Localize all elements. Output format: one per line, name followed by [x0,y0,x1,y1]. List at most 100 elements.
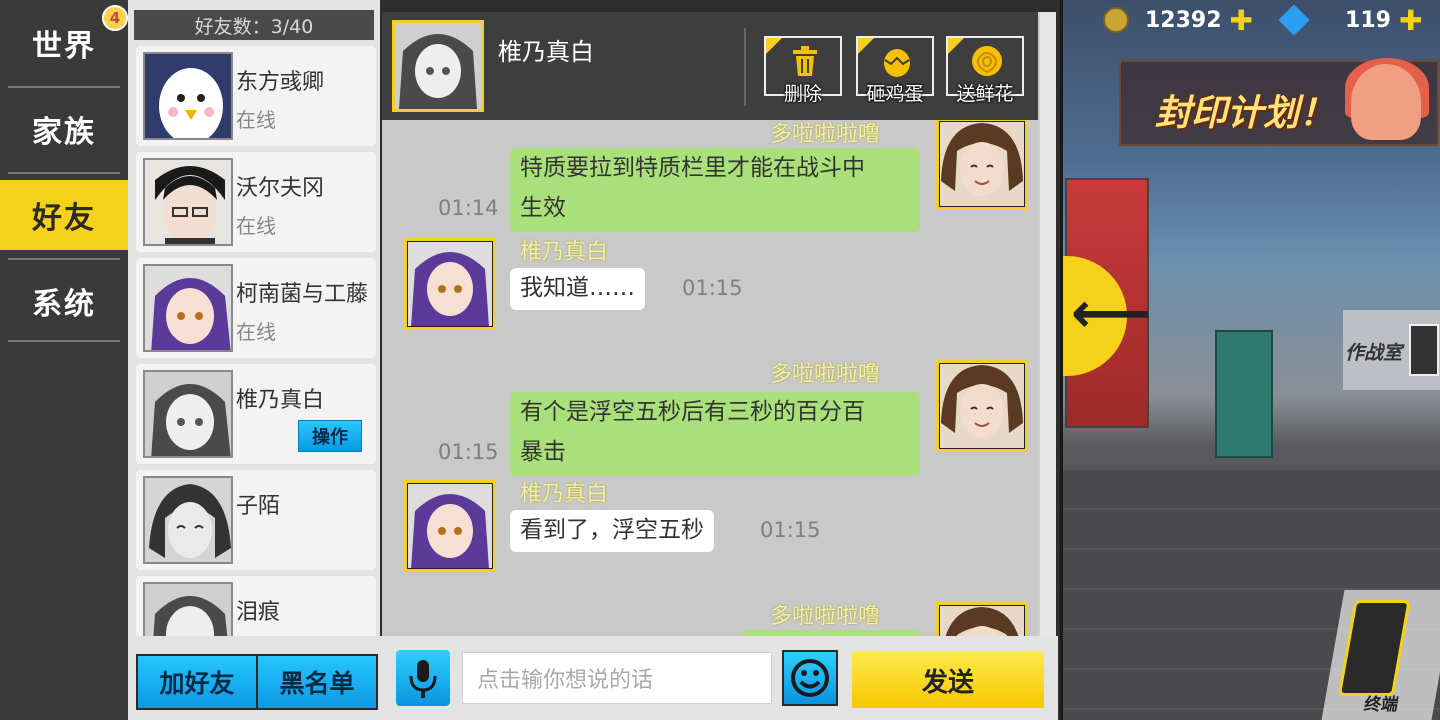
war-room-button[interactable]: 作战室 [1343,310,1440,390]
microphone-icon [409,660,437,698]
corner-mark [858,38,874,54]
message-line: 看到了，浮空五秒 [520,517,704,543]
message-bubble: 我知道…… [510,268,645,310]
send-button[interactable]: 发送 [852,652,1044,708]
operate-button[interactable]: 操作 [298,420,362,452]
friend-name: 东方彧卿 [236,70,325,95]
gold-amount: 12392 [1145,7,1222,33]
terminal-label: 终端 [1362,695,1400,715]
arrow-left-icon: ⟵ [1071,281,1152,346]
game-scene: 12392 ✚ 119 ✚ 封印计划！ ⟵ 作战室 终端 [1060,0,1440,720]
nav-system-label: 系统 [32,287,96,322]
delete-button[interactable]: 删除 [764,36,842,105]
message-line: 特质要拉到特质栏里才能在战斗中 [520,155,865,181]
sender-avatar [404,480,496,572]
voice-button[interactable] [396,650,450,706]
message-bubble: 特质要拉到特质栏里才能在战斗中 生效 [510,148,920,232]
friend-avatar [143,158,233,246]
gem-amount: 119 [1345,7,1391,33]
contact-name: 椎乃真白 [498,38,594,66]
message-input[interactable]: 点击输你想说的话 [462,652,772,704]
friend-name: 椎乃真白 [236,388,325,413]
event-character-face [1351,64,1421,140]
sender-avatar [936,602,1028,636]
nav-world-label: 世界 [32,29,96,64]
message-time: 01:15 [438,440,499,464]
friend-name: 沃尔夫冈 [236,176,325,201]
message-line: 生效 [520,195,566,221]
message-time: 01:14 [438,196,499,220]
friend-status: 在线 [236,108,276,132]
nav-divider [8,172,120,174]
message-sender: 多啦啦啦噜 [770,604,881,629]
friend-status: 在线 [236,320,276,344]
throw-egg-button[interactable]: 砸鸡蛋 [856,36,934,105]
event-banner-title: 封印计划！ [1155,93,1336,134]
add-friend-button[interactable]: 加好友 [136,654,258,710]
friend-avatar [143,52,233,140]
sender-avatar [936,360,1028,452]
message-time: 01:15 [760,518,821,542]
nav-divider [8,258,120,260]
message-line: 暴击 [520,439,566,465]
gem-icon [1278,4,1310,36]
friend-avatar [143,264,233,352]
chat-header: 椎乃真白 删除 砸鸡蛋 送鲜花 [382,12,1038,120]
friend-name: 子陌 [236,494,281,519]
friend-list: 好友数：3/40 东方彧卿 在线 沃尔夫冈 在线 柯南菌与工藤 在线 椎乃真白 … [128,0,380,636]
nav-friends[interactable]: 好友 [0,180,128,250]
send-flower-label: 送鲜花 [956,83,1014,105]
chat-scrollbar[interactable] [1038,12,1056,636]
nav-family[interactable]: 家族 [0,94,128,164]
nav-friends-label: 好友 [32,201,96,236]
friend-avatar [143,582,233,636]
gold-counter: 12392 ✚ 119 ✚ [1103,4,1422,37]
message-bubble: 有个是浮空五秒后有三秒的百分百 暴击 [510,392,920,476]
blacklist-button[interactable]: 黑名单 [256,654,378,710]
message-line: 有个是浮空五秒后有三秒的百分百 [520,399,865,425]
bottom-bar: 加好友 黑名单 点击输你想说的话 发送 [128,636,1058,720]
friend-card[interactable]: 椎乃真白 操作 [136,364,376,464]
message-sender: 多啦啦啦噜 [770,362,881,387]
add-gold-icon[interactable]: ✚ [1230,4,1253,37]
contact-avatar [392,20,484,112]
emoji-button[interactable] [782,650,838,706]
friend-card[interactable]: 柯南菌与工藤 在线 [136,258,376,358]
friend-card[interactable]: 子陌 [136,470,376,570]
friend-name: 柯南菌与工藤 [236,282,369,307]
left-nav: 世界 4 家族 好友 系统 [0,0,128,720]
corner-mark [766,38,782,54]
corner-mark [948,38,964,54]
message-sender: 椎乃真白 [520,482,609,507]
message-sender: 椎乃真白 [520,240,609,265]
sender-avatar [404,238,496,330]
friend-name: 泪痕 [236,600,281,625]
flower-icon [972,46,1002,76]
war-room-label: 作战室 [1345,342,1403,364]
delete-label: 删除 [783,83,822,105]
add-gem-icon[interactable]: ✚ [1399,4,1422,37]
friend-count: 好友数：3/40 [134,10,374,40]
phone-icon [1337,600,1411,696]
coin-icon [1103,7,1129,33]
egg-icon [884,49,910,77]
friend-card[interactable]: 东方彧卿 在线 [136,46,376,146]
smiley-icon [791,659,829,697]
nav-family-label: 家族 [32,115,96,150]
friend-status: 在线 [236,214,276,238]
sender-avatar [936,120,1028,210]
notification-badge: 4 [102,5,128,31]
header-divider [744,28,746,106]
chat-messages: 多啦啦啦噜 特质要拉到特质栏里才能在战斗中 生效 01:14 椎乃真白 我知道…… [382,120,1038,636]
nav-divider [8,340,120,342]
friend-card[interactable]: 泪痕 [136,576,376,636]
friend-avatar [143,476,233,564]
door-icon [1409,324,1439,376]
send-flower-button[interactable]: 送鲜花 [946,36,1024,105]
friend-card[interactable]: 沃尔夫冈 在线 [136,152,376,252]
friend-avatar [143,370,233,458]
message-time: 01:15 [682,276,743,300]
nav-system[interactable]: 系统 [0,266,128,336]
trash-icon [793,46,817,76]
message-bubble: 看到了，浮空五秒 [510,510,714,552]
